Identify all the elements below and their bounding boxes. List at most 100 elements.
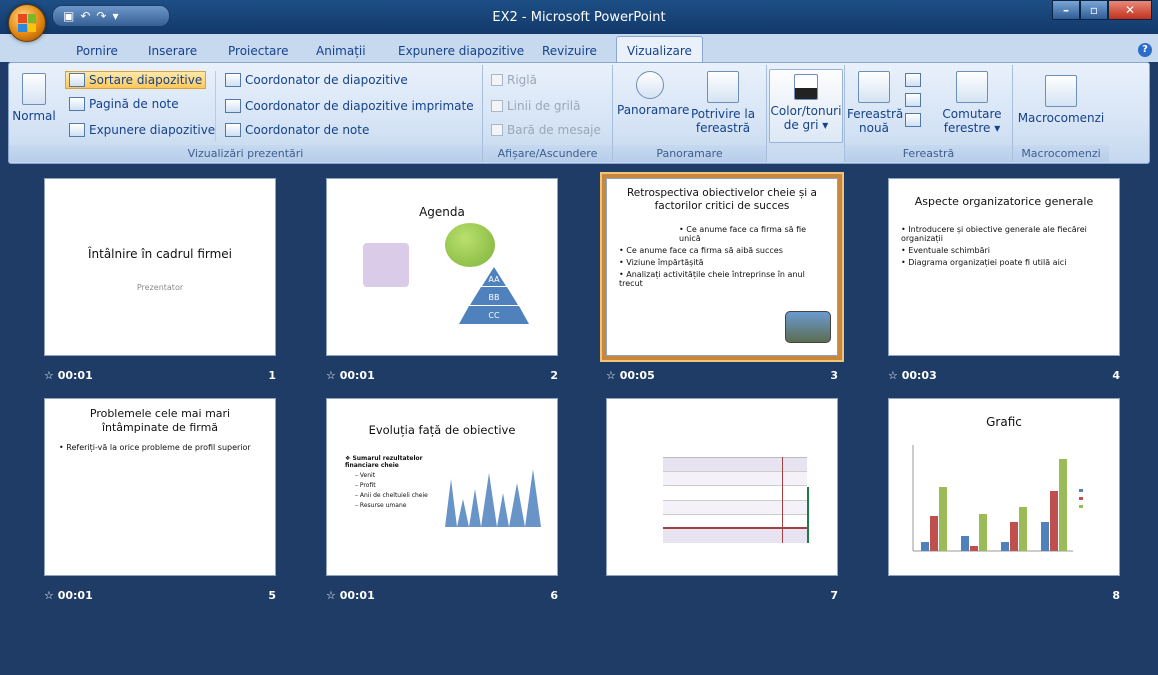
fit-to-window-label-2: fereastră bbox=[695, 121, 751, 135]
ribbon: Normal Sortare diapozitive Pagină de not… bbox=[8, 62, 1150, 164]
tab-revizuire[interactable]: Revizuire bbox=[542, 44, 597, 58]
color-grayscale-button[interactable]: Color/tonuri de gri ▾ bbox=[769, 69, 843, 143]
group-window: Fereastră nouă Comutare ferestre ▾ Ferea… bbox=[845, 65, 1013, 162]
slide-number-2: 2 bbox=[550, 369, 558, 382]
slide-thumbnail-6[interactable]: Evoluția față de obiective ❖ Sumarul rez… bbox=[326, 398, 558, 576]
tab-expunere-diapozitive[interactable]: Expunere diapozitive bbox=[398, 44, 524, 58]
bullet-text: Introducere și obiective generale ale fi… bbox=[901, 225, 1087, 243]
macros-button[interactable]: Macrocomenzi bbox=[1017, 75, 1105, 125]
pyramid-level-1: AA bbox=[488, 275, 500, 284]
switch-windows-button[interactable]: Comutare ferestre ▾ bbox=[937, 71, 1007, 135]
transition-star-icon: ☆ bbox=[606, 369, 616, 382]
tab-proiectare[interactable]: Proiectare bbox=[228, 44, 288, 58]
new-window-icon bbox=[858, 71, 890, 103]
table-thumbnail bbox=[663, 457, 807, 543]
group-label: Fereastră bbox=[845, 145, 1012, 162]
switch-windows-label-2: ferestre bbox=[943, 121, 991, 135]
cascade-icon[interactable] bbox=[905, 93, 921, 107]
slide-thumbnail-4[interactable]: Aspecte organizatorice generale • Introd… bbox=[888, 178, 1120, 356]
new-window-button[interactable]: Fereastră nouă bbox=[847, 71, 903, 135]
group-label: Macrocomenzi bbox=[1013, 145, 1109, 162]
macros-label: Macrocomenzi bbox=[1017, 111, 1105, 125]
group-show-hide: Riglă Linii de grilă Bară de mesaje Afiș… bbox=[483, 65, 613, 162]
bullet-text: Ce anume face ca firma să fie unică bbox=[679, 225, 807, 243]
slide-number-1: 1 bbox=[268, 369, 276, 382]
bullet-text: Resurse umane bbox=[359, 502, 407, 509]
slide-number-5: 5 bbox=[268, 589, 276, 602]
notes-master-icon bbox=[225, 123, 241, 137]
slide-sorter-button[interactable]: Sortare diapozitive bbox=[65, 71, 207, 89]
notes-master-button[interactable]: Coordonator de note bbox=[225, 123, 369, 137]
clipart-image bbox=[363, 243, 409, 287]
message-bar-label: Bară de mesaje bbox=[507, 123, 601, 137]
bullet-text: Anii de cheltuieli cheie bbox=[359, 492, 428, 499]
notes-page-label: Pagină de note bbox=[89, 97, 179, 111]
notes-page-button[interactable]: Pagină de note bbox=[69, 97, 179, 111]
arrange-all-icon[interactable] bbox=[905, 73, 921, 87]
group-color: Color/tonuri de gri ▾ bbox=[767, 65, 845, 162]
handout-master-button[interactable]: Coordonator de diapozitive imprimate bbox=[225, 99, 474, 113]
office-button[interactable] bbox=[8, 4, 46, 42]
transition-star-icon: ☆ bbox=[326, 369, 336, 382]
checkbox-icon bbox=[491, 74, 503, 86]
slide-master-button[interactable]: Coordonator de diapozitive bbox=[225, 73, 408, 87]
slide-timing-2: ☆ 00:01 bbox=[326, 369, 375, 382]
slide-show-button[interactable]: Expunere diapozitive bbox=[69, 123, 215, 137]
ruler-checkbox[interactable]: Riglă bbox=[491, 73, 537, 87]
slide-thumbnail-1[interactable]: Întâlnire în cadrul firmei Prezentator bbox=[44, 178, 276, 356]
normal-view-button[interactable]: Normal bbox=[11, 73, 57, 123]
bullet-text: Sumarul rezultatelor financiare cheie bbox=[345, 455, 423, 469]
bullet-item: • Referiți-vă la orice probleme de profi… bbox=[59, 443, 251, 452]
bullet-item: – Resurse umane bbox=[355, 502, 407, 509]
color-label-2: de gri bbox=[783, 118, 819, 132]
close-button[interactable]: ✕ bbox=[1108, 0, 1152, 20]
chevron-down-icon: ▾ bbox=[994, 121, 1001, 135]
message-bar-checkbox[interactable]: Bară de mesaje bbox=[491, 123, 601, 137]
table-row bbox=[663, 500, 807, 515]
bullet-item: • Diagrama organizației poate fi utilă a… bbox=[901, 258, 1067, 267]
fit-to-window-button[interactable]: Potrivire la fereastră bbox=[683, 71, 763, 135]
table-marker bbox=[807, 487, 809, 543]
slide-thumbnail-7[interactable] bbox=[606, 398, 838, 576]
handout-master-label: Coordonator de diapozitive imprimate bbox=[245, 99, 474, 113]
bullet-text: Referiți-vă la orice probleme de profil … bbox=[66, 443, 251, 452]
table-row bbox=[663, 486, 807, 501]
table-row bbox=[663, 514, 807, 529]
color-label-1: Color/tonuri bbox=[770, 104, 842, 118]
slide-thumbnail-5[interactable]: Problemele cele mai mari întâmpinate de … bbox=[44, 398, 276, 576]
bullet-item: – Anii de cheltuieli cheie bbox=[355, 492, 428, 499]
slide-title: Întâlnire în cadrul firmei bbox=[87, 247, 233, 261]
tab-inserare[interactable]: Inserare bbox=[148, 44, 197, 58]
slide-number-6: 6 bbox=[550, 589, 558, 602]
slide-title: Aspecte organizatorice generale bbox=[914, 195, 1094, 208]
transition-star-icon: ☆ bbox=[44, 369, 54, 382]
table-row bbox=[663, 528, 807, 543]
tab-vizualizare[interactable]: Vizualizare bbox=[616, 36, 703, 63]
group-label: Vizualizări prezentări bbox=[9, 145, 482, 162]
switch-windows-label-1: Comutare bbox=[942, 107, 1002, 121]
timing-label: 00:01 bbox=[57, 369, 93, 382]
maximize-button[interactable]: ▫ bbox=[1080, 0, 1108, 20]
transition-star-icon: ☆ bbox=[326, 589, 336, 602]
slide-show-label: Expunere diapozitive bbox=[89, 123, 216, 137]
tab-animatii[interactable]: Animații bbox=[316, 44, 366, 58]
group-presentation-views: Normal Sortare diapozitive Pagină de not… bbox=[9, 65, 483, 162]
fit-to-window-icon bbox=[707, 71, 739, 103]
slide-thumbnail-3[interactable]: Retrospectiva obiectivelor cheie și a fa… bbox=[602, 174, 842, 360]
bullet-item: ❖ Sumarul rezultatelor financiare cheie bbox=[345, 455, 423, 469]
minimize-button[interactable]: – bbox=[1052, 0, 1080, 20]
group-label: Afișare/Ascundere bbox=[483, 145, 612, 162]
slide-thumbnail-2[interactable]: Agenda AA BB CC bbox=[326, 178, 558, 356]
gridlines-checkbox[interactable]: Linii de grilă bbox=[491, 99, 581, 113]
help-icon[interactable]: ? bbox=[1138, 43, 1152, 57]
slide-thumbnail-8[interactable]: Grafic bbox=[888, 398, 1120, 576]
bullet-text: Diagrama organizației poate fi utilă aic… bbox=[908, 258, 1067, 267]
move-split-icon[interactable] bbox=[905, 113, 921, 127]
notes-master-label: Coordonator de note bbox=[245, 123, 370, 137]
tab-pornire[interactable]: Pornire bbox=[76, 44, 118, 58]
zoom-button[interactable]: Panoramare bbox=[617, 71, 689, 117]
slide-number-7: 7 bbox=[830, 589, 838, 602]
title-bar: ▣ ↶ ↷ ▾ EX2 - Microsoft PowerPoint – ▫ ✕ bbox=[0, 0, 1158, 34]
fit-to-window-label-1: Potrivire la bbox=[690, 107, 756, 121]
bullet-item: • Analizați activitățile cheie întreprin… bbox=[619, 270, 805, 288]
